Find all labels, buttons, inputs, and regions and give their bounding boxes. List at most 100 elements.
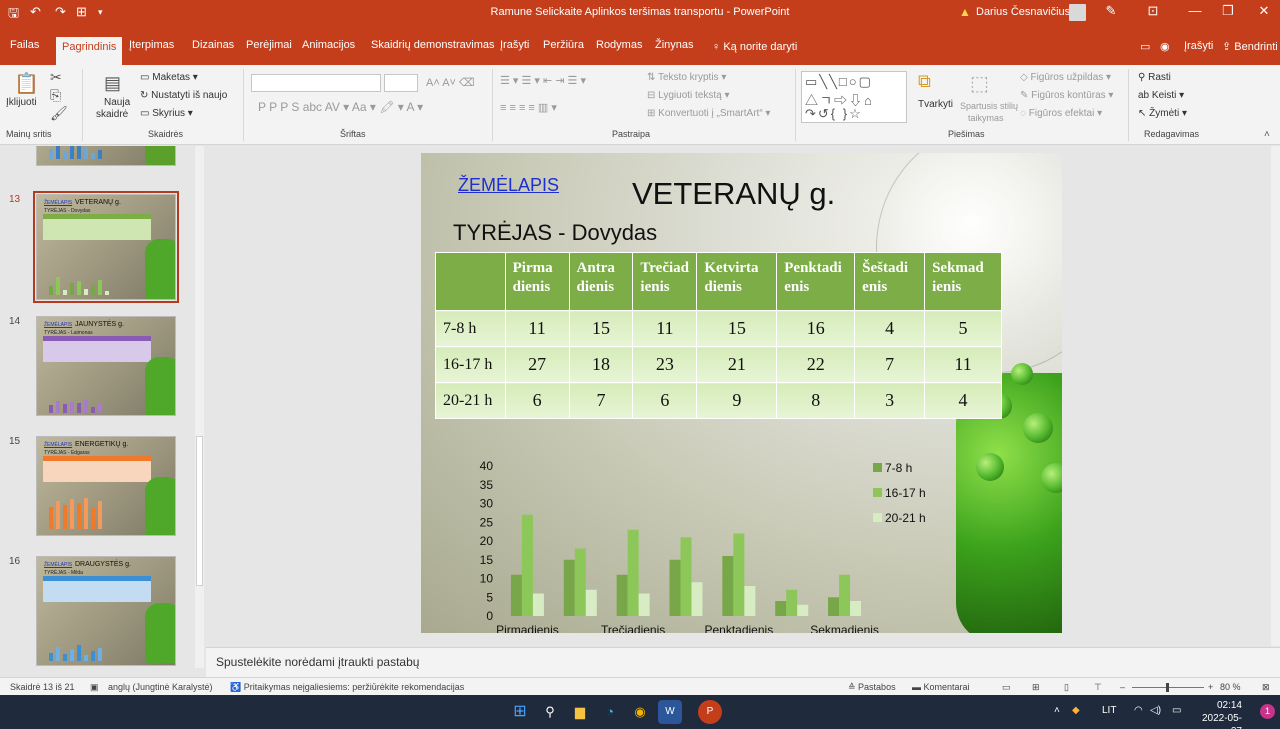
record-button[interactable]: Įrašyti	[1184, 40, 1213, 52]
font-size-combo[interactable]	[384, 74, 418, 92]
quick-styles-icon[interactable]: ⬚	[970, 71, 989, 96]
slide-sorter-icon[interactable]: ⊞	[1032, 682, 1040, 693]
spellcheck-icon[interactable]: ▣	[90, 682, 99, 693]
slide-thumbnail[interactable]: ŽEMĖLAPIS JAUNYSTĖS g. TYRĖJAS - Laimona…	[36, 316, 176, 416]
notes-toggle[interactable]: ≙ Pastabos	[848, 682, 896, 693]
tab-file[interactable]: Failas	[10, 35, 39, 57]
notes-placeholder[interactable]: Spustelėkite norėdami įtraukti pastabų	[216, 655, 419, 669]
pen-icon[interactable]: ✎	[1101, 3, 1121, 19]
tab-help[interactable]: Žinynas	[655, 35, 694, 57]
smartart-button[interactable]: ⊞ Konvertuoti į „SmartArt“ ▾	[647, 108, 770, 119]
zoom-out-icon[interactable]: –	[1120, 682, 1125, 692]
tab-insert[interactable]: Įterpimas	[129, 35, 174, 57]
battery-icon[interactable]: ▭	[1172, 705, 1181, 716]
text-direction-button[interactable]: ⇅ Teksto kryptis ▾	[647, 72, 726, 83]
zoom-level[interactable]: 80 %	[1220, 682, 1241, 692]
shape-outline-button[interactable]: ✎ Figūros kontūras ▾	[1020, 90, 1113, 101]
speaker-icon[interactable]: ◁)	[1150, 705, 1161, 716]
comments-toggle[interactable]: ▬ Komentarai	[912, 682, 970, 692]
arrange-icon[interactable]: ⧉	[918, 71, 931, 92]
slide-canvas[interactable]: ŽEMĖLAPIS VETERANŲ g. TYRĖJAS - Dovydas …	[421, 153, 1062, 633]
notes-pane[interactable]: Spustelėkite norėdami įtraukti pastabų	[206, 647, 1280, 677]
record-dot-icon[interactable]: ◉	[1160, 40, 1170, 53]
share-button[interactable]: ⇪ Bendrinti	[1222, 40, 1278, 53]
reading-view-icon[interactable]: ▯	[1064, 682, 1069, 693]
accessibility-checker[interactable]: ♿ Pritaikymas neįgaliesiems: peržiūrėkit…	[230, 682, 464, 693]
map-link[interactable]: ŽEMĖLAPIS	[458, 175, 559, 196]
tab-design[interactable]: Dizainas	[192, 35, 234, 57]
select-button[interactable]: ↖ Žymėti ▾	[1138, 108, 1187, 119]
windows-start-icon[interactable]: ⊞	[508, 700, 532, 724]
format-painter-icon[interactable]: 🖌	[50, 105, 68, 122]
tab-review[interactable]: Peržiūra	[543, 35, 584, 57]
close-icon[interactable]: ✕	[1254, 3, 1274, 19]
font-format-icons[interactable]: P P P S abc AV ▾ Aa ▾ 🖍 ▾ A ▾	[258, 100, 423, 114]
cut-icon[interactable]: ✂	[50, 69, 62, 86]
ribbon-display-icon[interactable]: ⊡	[1143, 3, 1163, 19]
font-name-combo[interactable]	[251, 74, 381, 92]
layout-button[interactable]: ▭ Maketas ▾	[140, 72, 198, 83]
fit-slide-icon[interactable]: ⊠	[1262, 682, 1270, 693]
warning-icon[interactable]: ▲	[959, 5, 971, 19]
copy-icon[interactable]: ⎘	[50, 87, 61, 104]
comments-icon[interactable]: ▭	[1140, 40, 1150, 53]
slideshow-icon[interactable]: ⊤	[1094, 682, 1102, 693]
restore-icon[interactable]: ❐	[1218, 3, 1238, 19]
slide-subtitle[interactable]: TYRĖJAS - Dovydas	[453, 220, 657, 246]
zoom-in-icon[interactable]: +	[1208, 682, 1213, 692]
replace-button[interactable]: ab Keisti ▾	[1138, 90, 1184, 101]
slide-thumbnail-selected[interactable]: ŽEMĖLAPIS VETERANŲ g. TYRĖJAS - Dovydas	[33, 191, 179, 303]
shape-effects-button[interactable]: ◌ Figūros efektai ▾	[1020, 108, 1102, 119]
user-name[interactable]: Darius Česnavičius	[976, 6, 1070, 18]
font-grow-decrease-icons[interactable]: A˄ A˅ ⌫	[426, 76, 475, 89]
edge-icon[interactable]: ◔	[598, 700, 622, 724]
normal-view-icon[interactable]: ▭	[1002, 682, 1011, 693]
bar-chart[interactable]: 0 5 10 15 20 25 30 35 40 Pirmadienis Trečiadienis P…	[471, 460, 1011, 633]
slide-thumbnail[interactable]	[36, 146, 176, 166]
align-text-button[interactable]: ⊟ Lygiuoti tekstą ▾	[647, 90, 730, 101]
find-button[interactable]: ⚲ Rasti	[1138, 72, 1171, 83]
chrome-icon[interactable]: ◉	[628, 700, 652, 724]
section-button[interactable]: ▭ Skyrius ▾	[140, 108, 193, 119]
collapse-ribbon-icon[interactable]: ˄	[1264, 129, 1270, 140]
arrange-button[interactable]: Tvarkyti	[918, 99, 953, 110]
quick-styles-label-2[interactable]: taikymas	[968, 113, 1004, 123]
slide-thumbnail[interactable]: ŽEMĖLAPIS DRAUGYSTĖS g. TYRĖJAS - Milda	[36, 556, 176, 666]
quick-styles-label-1[interactable]: Spartusis stilių	[960, 101, 1018, 111]
new-slide-label-1[interactable]: Nauja	[104, 97, 130, 108]
paste-icon[interactable]: 📋	[14, 71, 39, 96]
slide-thumbnail[interactable]: ŽEMĖLAPIS ENERGETIKŲ g. TYRĖJAS - Edgara…	[36, 436, 176, 536]
tray-overflow-icon[interactable]: ˄	[1054, 705, 1060, 716]
tab-view[interactable]: Rodymas	[596, 35, 642, 57]
zoom-slider-thumb[interactable]	[1166, 683, 1169, 692]
new-slide-label-2[interactable]: skaidrė	[96, 109, 128, 120]
language-indicator[interactable]: anglų (Jungtinė Karalystė)	[108, 682, 213, 692]
tab-slideshow[interactable]: Skaidrių demonstravimas	[371, 35, 495, 57]
align-icons[interactable]: ≡ ≡ ≡ ≡ ▥ ▾	[500, 101, 557, 114]
notification-badge[interactable]: 1	[1260, 704, 1275, 719]
wifi-icon[interactable]: ◠	[1134, 705, 1143, 716]
thumbnails-scrollbar[interactable]	[195, 146, 204, 668]
scrollbar-thumb[interactable]	[196, 436, 203, 586]
tell-me-search[interactable]: ♀ Ką norite daryti	[712, 41, 797, 53]
tab-record[interactable]: Įrašyti	[500, 35, 529, 57]
slide-scrollbar[interactable]	[1271, 146, 1280, 646]
slide-title[interactable]: VETERANŲ g.	[632, 176, 835, 212]
search-icon[interactable]: ⚲	[538, 700, 562, 724]
shapes-icons[interactable]: ▭╲╲□○▢	[805, 74, 873, 90]
minimize-icon[interactable]: —	[1185, 3, 1205, 18]
paste-button[interactable]: Įklijuoti	[6, 97, 37, 108]
tab-animations[interactable]: Animacijos	[302, 35, 355, 57]
tray-app-icon[interactable]: ◆	[1072, 705, 1080, 716]
input-language[interactable]: LIT	[1102, 705, 1116, 716]
reset-button[interactable]: ↻ Nustatyti iš naujo	[140, 90, 227, 101]
clock[interactable]: 02:14 2022-05-27	[1198, 699, 1242, 729]
list-indent-icons[interactable]: ☰ ▾ ☰ ▾ ⇤ ⇥ ☰ ▾	[500, 74, 586, 87]
powerpoint-icon[interactable]: P	[698, 700, 722, 724]
file-explorer-icon[interactable]: ▆	[568, 700, 592, 724]
traffic-table[interactable]: Pirma dienis Antra dienis Trečiad ienis …	[435, 252, 1002, 419]
tab-home[interactable]: Pagrindinis	[56, 37, 123, 65]
avatar[interactable]	[1069, 4, 1086, 21]
new-slide-icon[interactable]: ▤	[104, 73, 121, 94]
shapes-gallery[interactable]: ▭╲╲□○▢ △ㄱ⇨⇩⌂ ↷↺{ }☆	[801, 71, 907, 123]
